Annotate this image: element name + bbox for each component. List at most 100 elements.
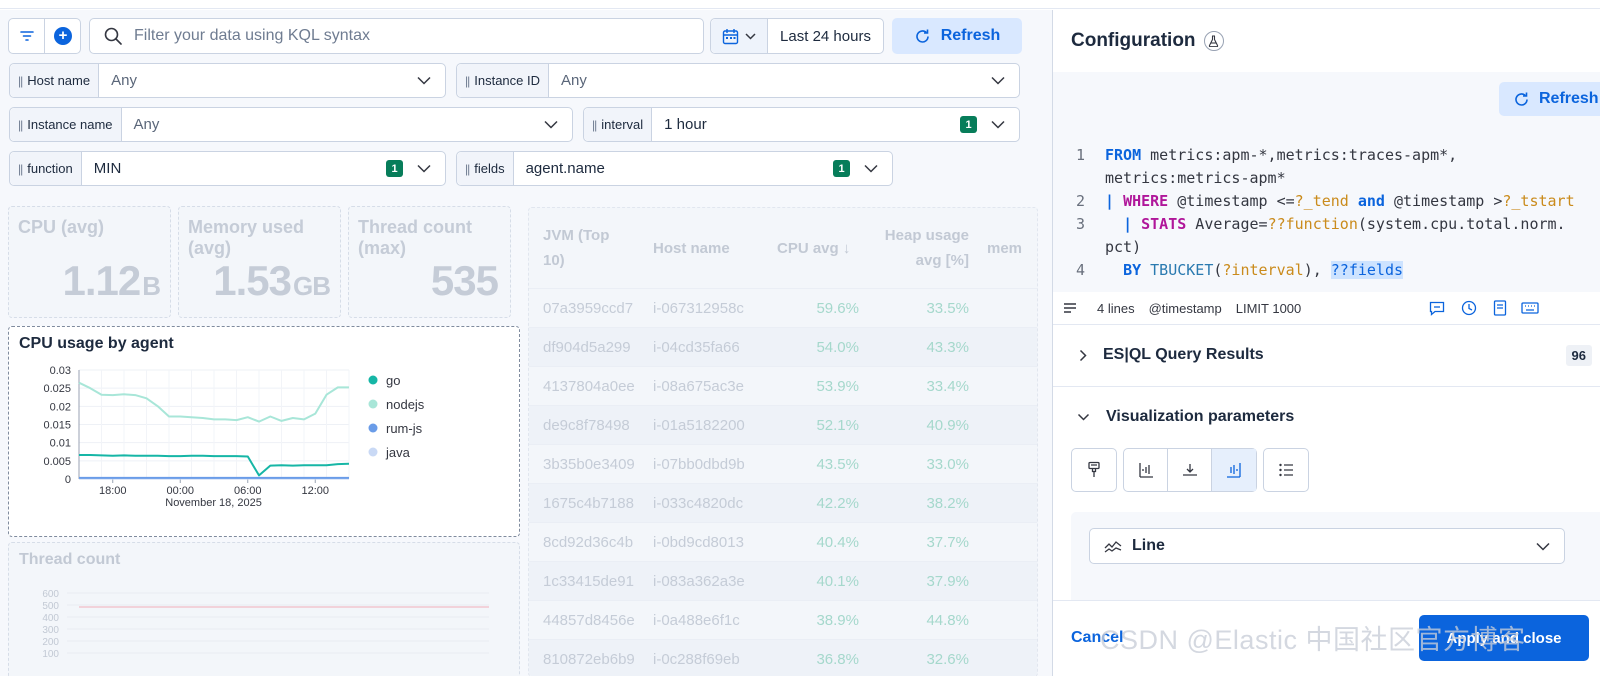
heap-cell: 37.7% <box>926 534 969 551</box>
appearance-button[interactable] <box>1072 449 1116 491</box>
limit-label: LIMIT 1000 <box>1235 300 1302 316</box>
legend-label[interactable]: nodejs <box>386 397 425 412</box>
editor-refresh-button[interactable]: Refresh <box>1499 82 1600 116</box>
technical-preview-icon[interactable] <box>1203 31 1224 51</box>
table-row[interactable]: 4137804a0ee i-08a675ac3e 53.9% 33.4% <box>529 366 1037 405</box>
refresh-button[interactable]: Refresh <box>892 18 1022 54</box>
table-row[interactable]: df904d5a299 i-04cd35fa66 54.0% 43.3% <box>529 327 1037 366</box>
kql-search-bar[interactable] <box>89 18 704 54</box>
history-icon[interactable] <box>1461 300 1477 316</box>
drag-handle-icon[interactable]: || <box>18 74 23 88</box>
chevron-down-icon[interactable] <box>417 76 431 85</box>
chevron-down-icon[interactable] <box>417 164 431 173</box>
code-line[interactable]: FROM metrics:apm-*,metrics:traces-apm*, <box>1105 146 1457 164</box>
cpu-cell: 38.9% <box>816 612 859 629</box>
documentation-icon[interactable] <box>1493 300 1507 316</box>
divider <box>1053 324 1600 325</box>
table-row[interactable]: 3b35b0e3409 i-07bb0dbd9b 43.5% 33.0% <box>529 444 1037 483</box>
chevron-down-icon[interactable] <box>544 120 558 129</box>
column-header-mem[interactable]: mem <box>987 208 1022 288</box>
column-header-cpu[interactable]: CPU avg ↓ <box>777 208 850 288</box>
drag-handle-icon[interactable]: || <box>465 162 470 176</box>
table-row[interactable]: 810872eb6b9 i-0c288f69eb 36.8% 32.6% <box>529 639 1037 676</box>
chevron-down-icon[interactable] <box>991 120 1005 129</box>
legend-swatch <box>368 375 378 385</box>
control-value[interactable]: Any <box>549 72 991 89</box>
legend-label[interactable]: rum-js <box>386 421 423 436</box>
results-count-badge: 96 <box>1565 344 1592 366</box>
control-label: || Instance ID <box>457 64 549 97</box>
apply-and-close-button[interactable]: Apply and close <box>1419 615 1589 661</box>
code-line[interactable]: pct) <box>1105 238 1141 256</box>
time-picker[interactable]: Last 24 hours <box>710 18 884 54</box>
table-row[interactable]: 1c33415de91 i-083a362a3e 40.1% 37.9% <box>529 561 1037 600</box>
line-number: 2 <box>1075 192 1085 210</box>
table-row[interactable]: 8cd92d36c4b i-0bd9cd8013 40.4% 37.7% <box>529 522 1037 561</box>
code-line[interactable]: | WHERE @timestamp <=?_tend and @timesta… <box>1105 192 1575 210</box>
filter-toggle-button[interactable] <box>9 19 45 53</box>
control-value[interactable]: agent.name <box>514 160 833 177</box>
control-interval[interactable]: || interval 1 hour 1 <box>583 107 1020 142</box>
metric-title: Memory used (avg) <box>188 217 305 258</box>
host-cell: i-04cd35fa66 <box>653 339 740 356</box>
drag-handle-icon[interactable]: || <box>592 118 597 132</box>
control-host-name[interactable]: || Host name Any <box>9 63 446 98</box>
kql-search-input[interactable] <box>134 27 674 45</box>
control-function[interactable]: || function MIN 1 <box>9 151 446 186</box>
control-fields[interactable]: || fields agent.name 1 <box>456 151 893 186</box>
feedback-icon[interactable] <box>1429 301 1445 316</box>
metric-cpu-avg: CPU (avg) 1.12B <box>8 206 171 318</box>
control-label: || Host name <box>10 64 100 97</box>
code-line[interactable]: metrics:metrics-apm* <box>1105 169 1286 187</box>
column-header-host[interactable]: Host name <box>653 208 730 288</box>
time-range-label[interactable]: Last 24 hours <box>768 19 883 53</box>
table-row[interactable]: 1675c4b7188 i-033c4820dc 42.2% 38.2% <box>529 483 1037 522</box>
refresh-label: Refresh <box>940 27 1001 44</box>
control-value[interactable]: Any <box>99 72 417 89</box>
code-line[interactable]: BY TBUCKET(?interval), ??fields <box>1105 261 1404 279</box>
bottom-axis-button[interactable] <box>1168 449 1212 491</box>
code-line[interactable]: | STATS Average=??function(system.cpu.to… <box>1105 215 1566 233</box>
drag-handle-icon[interactable]: || <box>18 162 23 176</box>
control-value[interactable]: 1 hour <box>652 116 960 133</box>
keyboard-icon[interactable] <box>1521 301 1539 315</box>
legend-button[interactable] <box>1264 449 1308 491</box>
visualization-params-accordion[interactable]: Visualization parameters <box>1053 404 1600 430</box>
quick-select-button[interactable] <box>711 19 768 53</box>
style-button-group <box>1071 448 1117 492</box>
table-row[interactable]: 07a3959ccd7 i-067312958c 59.6% 33.5% <box>529 288 1037 327</box>
heap-cell: 38.2% <box>926 495 969 512</box>
table-row[interactable]: de9c8f78498 i-01a5182200 52.1% 40.9% <box>529 405 1037 444</box>
heap-cell: 33.4% <box>926 378 969 395</box>
drag-handle-icon[interactable]: || <box>18 118 23 132</box>
column-header-heap[interactable]: Heap usage avg [%] <box>871 208 969 288</box>
table-row[interactable]: 44857d8456e i-0a488e6f1c 38.9% 44.8% <box>529 600 1037 639</box>
cancel-button[interactable]: Cancel <box>1071 629 1123 647</box>
jvm-cell: 8cd92d36c4b <box>543 534 634 551</box>
cpu-usage-line-chart[interactable]: 0.03 0.025 0.02 0.015 0.01 0.005 0 18:00 00:00 06… <box>9 360 519 535</box>
chevron-down-icon[interactable] <box>864 164 878 173</box>
list-icon <box>1279 463 1293 477</box>
left-axis-button[interactable] <box>1124 449 1168 491</box>
right-axis-button[interactable] <box>1212 449 1256 491</box>
query-results-accordion[interactable]: ES|QL Query Results 96 <box>1053 342 1600 368</box>
column-header-jvm[interactable]: JVM (Top 10) <box>543 208 643 288</box>
host-cell: i-08a675ac3e <box>653 378 744 395</box>
chart-type-select[interactable]: Line <box>1089 528 1565 564</box>
control-value[interactable]: MIN <box>82 160 386 177</box>
control-instance-name[interactable]: || Instance name Any <box>9 107 573 142</box>
wrap-lines-icon[interactable] <box>1063 302 1077 314</box>
chevron-down-icon[interactable] <box>991 76 1005 85</box>
flyout-title: Configuration <box>1071 30 1196 51</box>
line-count: 4 lines <box>1097 300 1135 316</box>
add-filter-button[interactable]: + <box>45 19 81 53</box>
metric-value: 1.12B <box>62 257 161 304</box>
heap-cell: 37.9% <box>926 573 969 590</box>
control-instance-id[interactable]: || Instance ID Any <box>456 63 1020 98</box>
y-tick-label: 500 <box>42 601 59 612</box>
chevron-down-icon <box>1077 413 1090 421</box>
control-value[interactable]: Any <box>122 116 544 133</box>
legend-label[interactable]: java <box>385 445 411 460</box>
legend-label[interactable]: go <box>386 373 400 388</box>
drag-handle-icon[interactable]: || <box>465 74 470 88</box>
